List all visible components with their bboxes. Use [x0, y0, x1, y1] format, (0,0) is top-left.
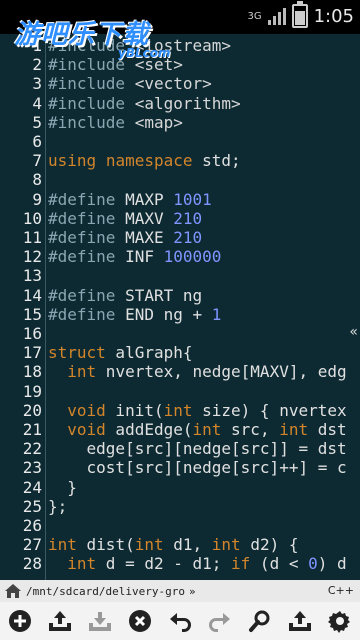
watermark-subtitle: yBLcom	[118, 46, 171, 60]
code-text[interactable]: void init(int size) { nvertex	[48, 401, 346, 420]
home-icon[interactable]	[3, 583, 23, 599]
code-text[interactable]: };	[48, 497, 67, 516]
code-text[interactable]: int d = d2 - d1; if (d < 0) d	[48, 554, 346, 573]
code-text[interactable]: #include <algorithm>	[48, 94, 241, 113]
line-number: 14	[22, 285, 42, 305]
code-text[interactable]: #define MAXE 210	[48, 228, 202, 247]
upload-icon[interactable]	[45, 606, 75, 636]
search-icon[interactable]	[245, 606, 275, 636]
line-number: 16	[22, 324, 42, 343]
code-editor[interactable]: 1 #include <iostream> 2 #include <set> 3 #inc…	[0, 34, 360, 580]
code-text[interactable]: int nvertex, nedge[MAXV], edg	[48, 362, 346, 381]
code-text[interactable]: #define MAXP 1001	[48, 190, 212, 209]
signal-icon	[267, 7, 286, 25]
code-text[interactable]: }	[48, 478, 77, 497]
export-icon[interactable]	[285, 606, 315, 636]
gutter-divider	[45, 34, 46, 580]
code-text[interactable]: #define INF 100000	[48, 247, 221, 266]
line-number: 13	[22, 266, 42, 286]
line-number: 12	[22, 247, 42, 267]
line-number: 5	[32, 112, 42, 132]
status-icons: 3G 1:05	[247, 1, 354, 28]
line-number: 28	[22, 554, 42, 574]
code-text[interactable]: using namespace std;	[48, 151, 241, 170]
add-icon[interactable]	[5, 606, 35, 636]
language-mode[interactable]: C++	[328, 584, 354, 597]
file-path[interactable]: /mnt/sdcard/delivery-gro	[26, 585, 185, 598]
redo-icon[interactable]	[205, 606, 235, 636]
code-text[interactable]: int dist(int d1, int d2) {	[48, 535, 298, 554]
line-number: 11	[22, 228, 42, 247]
code-text[interactable]: #define START ng	[48, 286, 202, 305]
network-type: 3G	[247, 10, 262, 22]
line-number: 9	[32, 189, 42, 209]
line-number: 8	[32, 170, 42, 190]
code-text[interactable]: #define END ng + 1	[48, 305, 221, 324]
line-number: 10	[22, 208, 42, 228]
code-text[interactable]: #include <map>	[48, 113, 183, 132]
line-number: 20	[22, 400, 42, 420]
line-number: 6	[32, 132, 42, 151]
line-number: 19	[22, 381, 42, 401]
line-number: 25	[22, 496, 42, 516]
code-text[interactable]: void addEdge(int src, int dst	[48, 420, 346, 439]
side-panel-handle[interactable]: «	[349, 324, 358, 340]
line-number: 2	[32, 55, 42, 75]
settings-icon[interactable]	[325, 606, 355, 636]
line-number: 15	[22, 304, 42, 324]
line-number: 24	[22, 477, 42, 497]
line-number: 27	[22, 535, 42, 555]
path-bar[interactable]: /mnt/sdcard/delivery-gro » C++	[0, 580, 360, 602]
battery-icon	[291, 1, 308, 28]
line-number: 18	[22, 362, 42, 382]
line-number: 7	[32, 151, 42, 171]
line-number: 26	[22, 516, 42, 535]
path-more-icon[interactable]: »	[189, 585, 196, 598]
undo-icon[interactable]	[165, 606, 195, 636]
line-number: 21	[22, 420, 42, 439]
code-text[interactable]: #include <vector>	[48, 74, 212, 93]
line-number: 17	[22, 343, 42, 363]
code-text[interactable]: struct alGraph{	[48, 343, 193, 362]
clock: 1:05	[313, 5, 354, 27]
bottom-toolbar	[0, 602, 360, 640]
close-icon[interactable]	[125, 606, 155, 636]
line-number: 3	[32, 74, 42, 94]
code-text[interactable]: #define MAXV 210	[48, 209, 202, 228]
code-text[interactable]: cost[src][nedge[src]++] = c	[48, 458, 347, 477]
code-text[interactable]: edge[src][nedge[src]] = dst	[48, 439, 347, 458]
download-icon[interactable]	[85, 606, 115, 636]
line-number: 4	[32, 93, 42, 113]
line-number: 23	[22, 458, 42, 478]
line-number: 22	[22, 439, 42, 459]
